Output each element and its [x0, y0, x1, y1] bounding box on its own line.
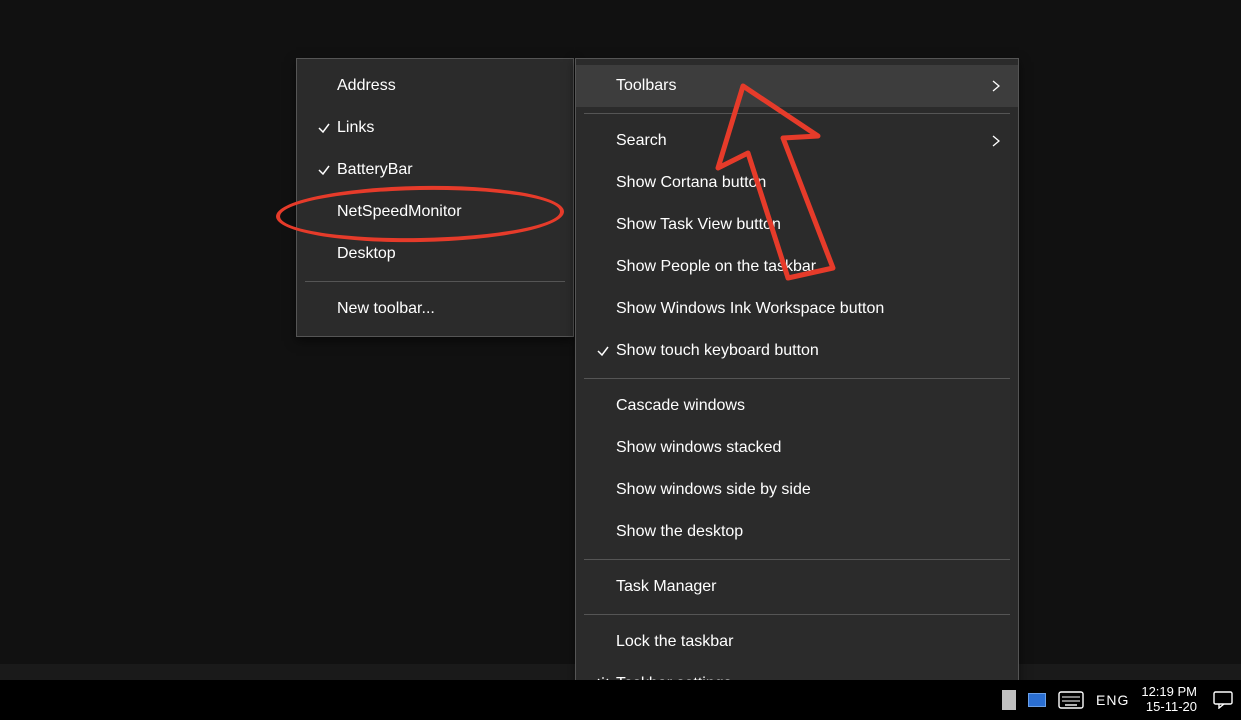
keyboard-icon[interactable] — [1058, 691, 1084, 709]
check-icon — [311, 121, 337, 135]
menu-item-label: Show Cortana button — [616, 174, 1000, 192]
menu-item-task-manager[interactable]: Task Manager — [576, 566, 1018, 608]
submenu-item-links[interactable]: Links — [297, 107, 573, 149]
menu-separator — [305, 281, 565, 282]
toolbars-submenu: Address Links BatteryBar NetSpeedMonitor… — [296, 58, 574, 337]
menu-item-label: Show Windows Ink Workspace button — [616, 300, 1000, 318]
menu-item-cascade-windows[interactable]: Cascade windows — [576, 385, 1018, 427]
submenu-item-address[interactable]: Address — [297, 65, 573, 107]
menu-item-show-touch-keyboard[interactable]: Show touch keyboard button — [576, 330, 1018, 372]
menu-item-label: Address — [337, 77, 555, 95]
menu-item-label: Search — [616, 132, 960, 150]
taskbar-context-menu: Toolbars Search Show Cortana button Show… — [575, 58, 1019, 712]
submenu-item-desktop[interactable]: Desktop — [297, 233, 573, 275]
notifications-icon[interactable] — [1213, 691, 1233, 709]
menu-item-windows-side-by-side[interactable]: Show windows side by side — [576, 469, 1018, 511]
check-icon — [311, 163, 337, 177]
check-icon — [590, 344, 616, 358]
menu-item-label: Toolbars — [616, 77, 960, 95]
menu-separator — [584, 614, 1010, 615]
taskbar-tile-icon[interactable] — [1028, 693, 1046, 707]
submenu-item-new-toolbar[interactable]: New toolbar... — [297, 288, 573, 330]
menu-item-label: Show touch keyboard button — [616, 342, 1000, 360]
menu-item-label: Show windows stacked — [616, 439, 1000, 457]
menu-item-show-ink[interactable]: Show Windows Ink Workspace button — [576, 288, 1018, 330]
menu-item-label: NetSpeedMonitor — [337, 203, 555, 221]
menu-item-label: New toolbar... — [337, 300, 555, 318]
taskbar[interactable]: ENG 12:19 PM 15-11-20 — [0, 680, 1241, 720]
menu-item-show-desktop[interactable]: Show the desktop — [576, 511, 1018, 553]
menu-item-label: Desktop — [337, 245, 555, 263]
menu-separator — [584, 113, 1010, 114]
menu-separator — [584, 559, 1010, 560]
menu-item-label: Task Manager — [616, 578, 1000, 596]
taskbar-grip[interactable] — [1002, 690, 1016, 710]
menu-item-label: Links — [337, 119, 555, 137]
menu-item-show-cortana[interactable]: Show Cortana button — [576, 162, 1018, 204]
menu-item-windows-stacked[interactable]: Show windows stacked — [576, 427, 1018, 469]
menu-item-label: Show the desktop — [616, 523, 1000, 541]
chevron-right-icon — [980, 80, 1000, 92]
clock-date: 15-11-20 — [1141, 700, 1197, 715]
menu-item-label: BatteryBar — [337, 161, 555, 179]
menu-item-label: Show Task View button — [616, 216, 1000, 234]
menu-item-label: Lock the taskbar — [616, 633, 1000, 651]
submenu-item-netspeedmonitor[interactable]: NetSpeedMonitor — [297, 191, 573, 233]
menu-item-show-people[interactable]: Show People on the taskbar — [576, 246, 1018, 288]
menu-separator — [584, 378, 1010, 379]
clock-time: 12:19 PM — [1141, 685, 1197, 700]
language-indicator[interactable]: ENG — [1096, 692, 1129, 708]
menu-item-show-taskview[interactable]: Show Task View button — [576, 204, 1018, 246]
menu-item-label: Cascade windows — [616, 397, 1000, 415]
menu-item-search[interactable]: Search — [576, 120, 1018, 162]
menu-item-toolbars[interactable]: Toolbars — [576, 65, 1018, 107]
menu-item-lock-taskbar[interactable]: Lock the taskbar — [576, 621, 1018, 663]
menu-item-label: Show windows side by side — [616, 481, 1000, 499]
submenu-item-batterybar[interactable]: BatteryBar — [297, 149, 573, 191]
menu-item-label: Show People on the taskbar — [616, 258, 1000, 276]
system-clock[interactable]: 12:19 PM 15-11-20 — [1141, 685, 1201, 715]
chevron-right-icon — [980, 135, 1000, 147]
